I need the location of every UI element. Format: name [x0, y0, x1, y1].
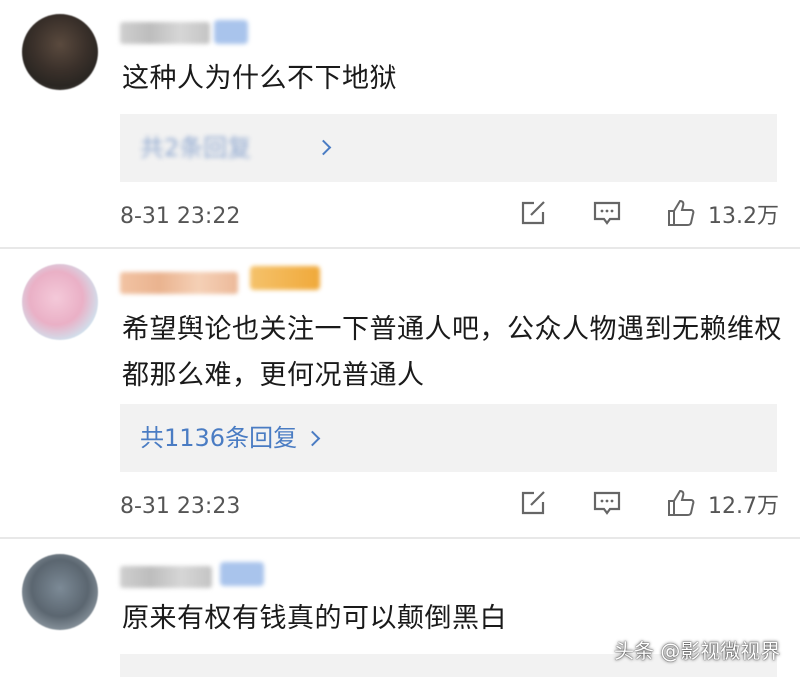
- username-blurred[interactable]: [120, 272, 238, 294]
- reply-label: 共1136条回复: [140, 424, 298, 452]
- share-icon[interactable]: [518, 488, 548, 518]
- thumbs-up-icon[interactable]: [666, 198, 696, 228]
- username-blurred[interactable]: [120, 22, 210, 44]
- reply-link[interactable]: 共2条回复: [140, 131, 251, 165]
- reply-link[interactable]: 共1136条回复: [140, 421, 321, 455]
- comment-meta: 8-31 23:23 12.7万: [0, 488, 800, 528]
- username-blurred[interactable]: [120, 566, 212, 588]
- timestamp: 8-31 23:23: [120, 494, 241, 519]
- divider: [0, 247, 800, 249]
- comment-feed: 这种人为什么不下地狱 共2条回复 8-31 23:22 13.2万 希望舆论也关…: [0, 0, 800, 677]
- avatar[interactable]: [22, 14, 98, 90]
- user-badge: [214, 20, 248, 44]
- like-count: 13.2万: [708, 204, 779, 229]
- timestamp: 8-31 23:22: [120, 204, 241, 229]
- comment-icon[interactable]: [592, 488, 622, 518]
- avatar[interactable]: [22, 264, 98, 340]
- thumbs-up-icon[interactable]: [666, 488, 696, 518]
- user-badge: [250, 266, 320, 290]
- comment-icon[interactable]: [592, 198, 622, 228]
- like-count: 12.7万: [708, 494, 779, 519]
- reply-box[interactable]: 共1136条回复: [120, 404, 777, 472]
- chevron-right-icon: [315, 139, 332, 156]
- reply-box[interactable]: 共2条回复: [120, 114, 777, 182]
- chevron-right-icon: [304, 430, 321, 447]
- share-icon[interactable]: [518, 198, 548, 228]
- avatar[interactable]: [22, 554, 98, 630]
- user-badge: [220, 562, 264, 586]
- watermark: 头条 @影视微视界: [614, 639, 781, 663]
- comment-text: 希望舆论也关注一下普通人吧，公众人物遇到无赖维权都那么难，更何况普通人: [122, 314, 782, 391]
- comment-meta: 8-31 23:22 13.2万: [0, 198, 800, 238]
- comment-text: 这种人为什么不下地狱: [122, 63, 397, 94]
- divider: [0, 537, 800, 539]
